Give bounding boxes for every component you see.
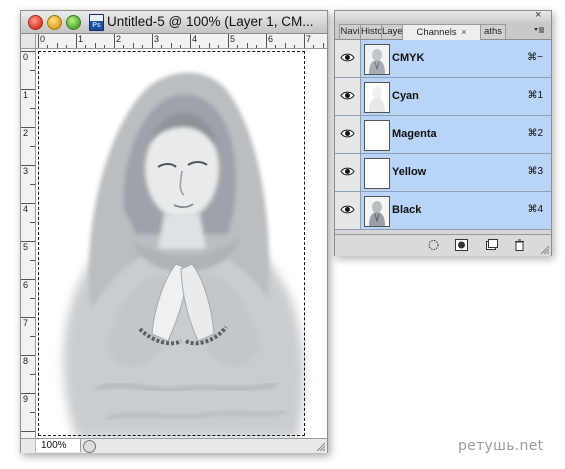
tab-channels[interactable]: Channels × (402, 24, 481, 40)
eye-icon (340, 129, 355, 138)
panel-button-bar (335, 234, 551, 256)
close-window-button[interactable] (28, 15, 43, 30)
channel-name: Magenta (392, 128, 437, 140)
channel-name: Black (392, 204, 422, 216)
ruler-origin[interactable] (21, 34, 36, 49)
ruler-label: 6 (23, 280, 29, 290)
eye-icon (340, 53, 355, 62)
tab-layers[interactable]: Laye (381, 24, 403, 39)
panel-tabbar: Navi Histo Laye Channels × aths (335, 22, 551, 40)
panel-resize-grip-icon[interactable] (540, 245, 549, 254)
channel-shortcut: ⌘~ (527, 52, 543, 63)
channel-thumbnail (364, 120, 390, 151)
visibility-toggle[interactable] (335, 192, 361, 229)
panel-titlebar[interactable]: × (335, 9, 551, 22)
document-canvas[interactable] (36, 49, 327, 438)
ruler-label: 7 (306, 34, 312, 44)
channel-name: CMYK (392, 52, 425, 64)
ruler-label: 5 (23, 242, 29, 252)
channel-shortcut: ⌘2 (527, 128, 543, 139)
document-statusbar: 100% (21, 438, 327, 453)
ruler-label: 6 (268, 34, 274, 44)
channel-thumbnail (364, 158, 390, 189)
document-window: Ps Untitled-5 @ 100% (Layer 1, CM... 0 1… (20, 10, 328, 453)
ruler-label: 0 (40, 34, 46, 44)
ruler-label: 0 (23, 52, 29, 62)
visibility-toggle[interactable] (335, 116, 361, 153)
ruler-label: 4 (23, 204, 29, 214)
save-selection-icon[interactable] (455, 239, 468, 251)
tab-channels-label: Channels (416, 27, 457, 38)
channel-thumbnail (364, 196, 390, 227)
resize-grip-icon[interactable] (315, 441, 325, 451)
eye-icon (340, 167, 355, 176)
ruler-label: 5 (230, 34, 236, 44)
tab-paths[interactable]: aths (480, 24, 506, 39)
minimize-window-button[interactable] (47, 15, 62, 30)
ruler-label: 3 (154, 34, 160, 44)
panel-menu-icon[interactable] (533, 25, 545, 35)
document-title: Untitled-5 @ 100% (Layer 1, CM... (107, 14, 314, 29)
channel-row-yellow[interactable]: Yellow ⌘3 (335, 154, 551, 192)
channel-name: Yellow (392, 166, 427, 178)
channel-row-black[interactable]: Black ⌘4 (335, 192, 551, 230)
load-selection-icon[interactable] (427, 239, 440, 251)
channel-shortcut: ⌘1 (527, 90, 543, 101)
watermark-text: ретушь.net (458, 438, 544, 454)
ruler-label: 4 (192, 34, 198, 44)
vertical-ruler[interactable]: 0 1 2 3 4 5 6 7 8 9 (21, 49, 36, 438)
channel-selection: Magenta ⌘2 (361, 116, 551, 153)
visibility-toggle[interactable] (335, 78, 361, 115)
channel-shortcut: ⌘4 (527, 204, 543, 215)
visibility-toggle[interactable] (335, 154, 361, 191)
photoshop-document-icon: Ps (89, 14, 104, 31)
ruler-label: 3 (23, 166, 29, 176)
channel-selection: Cyan ⌘1 (361, 78, 551, 115)
tab-navigator[interactable]: Navi (339, 24, 361, 39)
trash-icon[interactable] (513, 239, 526, 251)
channel-row-cyan[interactable]: Cyan ⌘1 (335, 78, 551, 116)
channel-thumbnail (364, 44, 390, 75)
panel-collapse-icon[interactable]: × (535, 9, 541, 21)
zoom-level-field[interactable]: 100% (35, 439, 81, 452)
channel-thumbnail (364, 82, 390, 113)
document-titlebar[interactable]: Ps Untitled-5 @ 100% (Layer 1, CM... (21, 11, 327, 34)
eye-icon (340, 205, 355, 214)
ruler-label: 8 (23, 356, 29, 366)
visibility-toggle[interactable] (335, 40, 361, 77)
channel-selection: Yellow ⌘3 (361, 154, 551, 191)
horizontal-ruler[interactable]: 0 1 2 3 4 5 6 7 (36, 34, 327, 49)
ruler-label: 2 (23, 128, 29, 138)
ruler-label: 1 (23, 90, 29, 100)
channel-selection: Black ⌘4 (361, 192, 551, 229)
zoom-window-button[interactable] (66, 15, 81, 30)
ruler-label: 1 (78, 34, 84, 44)
ruler-label: 2 (116, 34, 122, 44)
channel-selection: CMYK ⌘~ (361, 40, 551, 77)
ruler-label: 7 (23, 318, 29, 328)
channels-panel: × Navi Histo Laye Channels × aths CMYK ⌘… (334, 9, 552, 256)
channel-shortcut: ⌘3 (527, 166, 543, 177)
selection-marquee (38, 51, 305, 436)
tab-history[interactable]: Histo (360, 24, 382, 39)
tab-close-icon[interactable]: × (461, 27, 466, 37)
ruler-label: 9 (23, 394, 29, 404)
new-channel-icon[interactable] (485, 239, 498, 251)
channel-row-cmyk[interactable]: CMYK ⌘~ (335, 40, 551, 78)
status-menu-button[interactable] (83, 440, 96, 453)
channel-name: Cyan (392, 90, 419, 102)
channel-row-magenta[interactable]: Magenta ⌘2 (335, 116, 551, 154)
eye-icon (340, 91, 355, 100)
